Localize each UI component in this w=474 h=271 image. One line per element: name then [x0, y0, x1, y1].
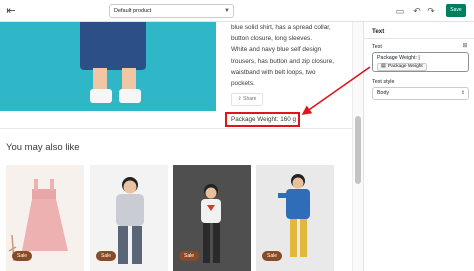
product-card[interactable]: Sale: [173, 165, 251, 271]
settings-panel: Text Text ⊞ Package Weight: | ▤ Package …: [363, 22, 474, 271]
chevron-updown-icon: ⇕: [460, 90, 465, 96]
sale-badge: Sale: [262, 251, 283, 261]
package-weight-text[interactable]: Package Weight: 160 g: [225, 112, 300, 127]
desktop-icon[interactable]: ▭: [393, 4, 407, 18]
text-style-select[interactable]: Body ⇕: [372, 87, 469, 100]
description-line: trousers, has button and zip closure,: [231, 57, 335, 65]
dynamic-source-pill[interactable]: ▤ Package Weight: [377, 63, 427, 71]
theme-preview: blue solid shirt, has a spread collar, b…: [0, 22, 363, 271]
preview-scrollbar[interactable]: [352, 22, 363, 271]
product-card[interactable]: Sale: [256, 165, 334, 271]
product-description: blue solid shirt, has a spread collar, b…: [231, 22, 351, 89]
dynamic-source-icon[interactable]: ⊞: [461, 42, 469, 50]
related-products-title: You may also like: [6, 142, 80, 153]
sale-badge: Sale: [179, 251, 200, 261]
top-bar: ⇤ Default product ▼ ▭ ↶ ↷ Save: [0, 0, 474, 22]
metafield-icon: ▤: [381, 64, 386, 69]
product-card[interactable]: Sale: [90, 165, 168, 271]
product-card[interactable]: Sale: [6, 165, 84, 271]
sale-badge: Sale: [12, 251, 33, 261]
text-field-label: Text: [372, 44, 382, 50]
chevron-down-icon: ▼: [224, 8, 230, 14]
description-line: blue solid shirt, has a spread collar,: [231, 24, 331, 31]
product-select-label: Default product: [114, 8, 152, 14]
dynamic-source-label: Package Weight: [387, 64, 423, 69]
description-line: White and navy blue self design: [231, 46, 322, 54]
panel-divider: [364, 38, 474, 39]
undo-icon[interactable]: ↶: [410, 4, 424, 18]
description-line: button closure, long sleeves.: [231, 35, 312, 43]
product-image[interactable]: [0, 22, 216, 111]
share-icon: ⇪: [237, 96, 242, 102]
text-input[interactable]: Package Weight: | ▤ Package Weight: [372, 52, 469, 72]
section-divider: [0, 128, 352, 129]
panel-title: Text: [372, 28, 385, 35]
description-line: pockets.: [231, 80, 255, 88]
product-select[interactable]: Default product ▼: [109, 4, 234, 18]
text-style-value: Body: [377, 90, 390, 96]
share-button[interactable]: ⇪ Share: [231, 93, 263, 106]
text-input-value: Package Weight: |: [377, 55, 420, 61]
exit-icon[interactable]: ⇤: [4, 4, 18, 18]
description-line: waistband with belt loops, two: [231, 68, 316, 76]
share-label: Share: [243, 96, 257, 102]
scrollbar-thumb[interactable]: [355, 116, 361, 184]
save-button[interactable]: Save: [446, 4, 466, 17]
text-style-label: Text style: [372, 79, 395, 85]
redo-icon[interactable]: ↷: [424, 4, 438, 18]
sale-badge: Sale: [96, 251, 117, 261]
